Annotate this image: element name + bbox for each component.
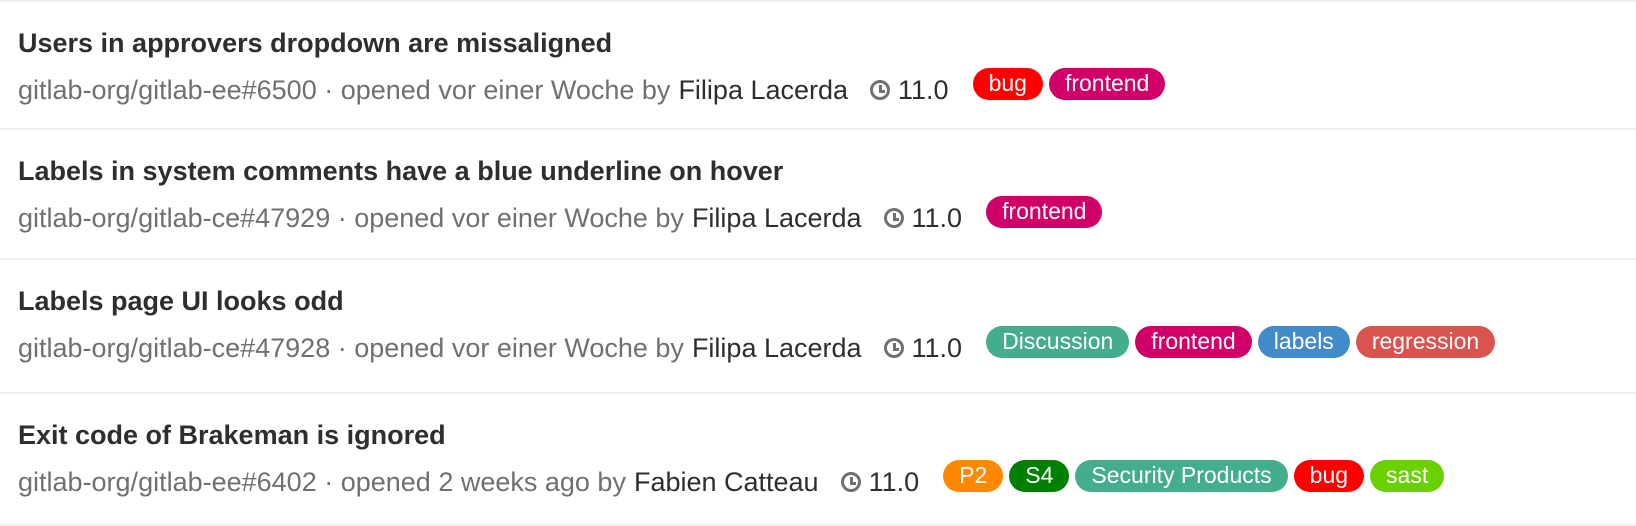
milestone-label: 11.0: [868, 466, 920, 497]
issue-milestone[interactable]: 11.0: [840, 466, 920, 498]
issue-milestone[interactable]: 11.0: [870, 75, 949, 106]
issue-opened-text: · opened vor einer Woche by: [337, 202, 684, 233]
issue-title-link[interactable]: Labels in system comments have a blue un…: [18, 156, 783, 187]
issue-opened-text: · opened 2 weeks ago by: [324, 466, 626, 497]
label-badge[interactable]: frontend: [1048, 68, 1166, 100]
clock-icon: [870, 80, 891, 100]
clock-icon: [883, 208, 904, 228]
issues-list: Users in approvers dropdown are missalig…: [0, 0, 1636, 526]
issue-reference[interactable]: gitlab-org/gitlab-ce#47928: [18, 333, 330, 364]
clock-icon: [883, 338, 904, 358]
issue-opened-text: · opened vor einer Woche by: [324, 74, 671, 105]
label-badge[interactable]: Security Products: [1075, 460, 1288, 492]
issue-labels: bug frontend: [972, 68, 1172, 100]
issue-labels: P2 S4 Security Products bug sast: [943, 460, 1450, 492]
label-badge[interactable]: S4: [1009, 460, 1070, 492]
issue-row: Exit code of Brakeman is ignored gitlab-…: [0, 394, 1636, 526]
milestone-label: 11.0: [898, 74, 949, 105]
issue-reference[interactable]: gitlab-org/gitlab-ee#6500: [18, 75, 317, 106]
issue-row: Labels in system comments have a blue un…: [0, 130, 1636, 260]
issue-author-link[interactable]: Filipa Lacerda: [692, 203, 862, 234]
label-badge[interactable]: bug: [1293, 460, 1365, 492]
issue-meta: gitlab-org/gitlab-ce#47928 · opened vor …: [18, 326, 1501, 364]
issue-labels: Discussion frontend labels regression: [986, 326, 1501, 358]
label-badge[interactable]: regression: [1355, 326, 1496, 358]
clock-icon: [840, 472, 861, 492]
issue-author-link[interactable]: Filipa Lacerda: [692, 333, 862, 364]
issue-meta: gitlab-org/gitlab-ee#6402 · opened 2 wee…: [18, 460, 1450, 498]
issue-row: Users in approvers dropdown are missalig…: [0, 2, 1636, 130]
milestone-label: 11.0: [911, 202, 963, 233]
issue-meta: gitlab-org/gitlab-ee#6500 · opened vor e…: [18, 68, 1171, 106]
label-badge[interactable]: frontend: [1135, 326, 1252, 358]
label-badge[interactable]: P2: [943, 460, 1004, 492]
issue-opened-text: · opened vor einer Woche by: [337, 332, 684, 363]
issue-reference[interactable]: gitlab-org/gitlab-ce#47929: [18, 203, 330, 234]
issue-labels: frontend: [986, 196, 1108, 228]
issue-author-link[interactable]: Fabien Catteau: [634, 467, 819, 498]
issue-reference[interactable]: gitlab-org/gitlab-ee#6402: [18, 467, 317, 498]
issue-meta: gitlab-org/gitlab-ce#47929 · opened vor …: [18, 196, 1108, 234]
label-badge[interactable]: frontend: [986, 196, 1103, 228]
issue-author-link[interactable]: Filipa Lacerda: [678, 75, 848, 106]
milestone-label: 11.0: [911, 332, 963, 363]
label-badge[interactable]: labels: [1257, 326, 1350, 358]
label-badge[interactable]: Discussion: [986, 326, 1130, 358]
issue-milestone[interactable]: 11.0: [883, 332, 963, 364]
issue-milestone[interactable]: 11.0: [883, 202, 963, 234]
issue-row: Labels page UI looks odd gitlab-org/gitl…: [0, 260, 1636, 394]
label-badge[interactable]: sast: [1370, 460, 1445, 492]
issue-title-link[interactable]: Labels page UI looks odd: [18, 286, 344, 317]
label-badge[interactable]: bug: [972, 68, 1043, 100]
issue-title-link[interactable]: Exit code of Brakeman is ignored: [18, 420, 446, 451]
issue-title-link[interactable]: Users in approvers dropdown are missalig…: [18, 28, 612, 59]
